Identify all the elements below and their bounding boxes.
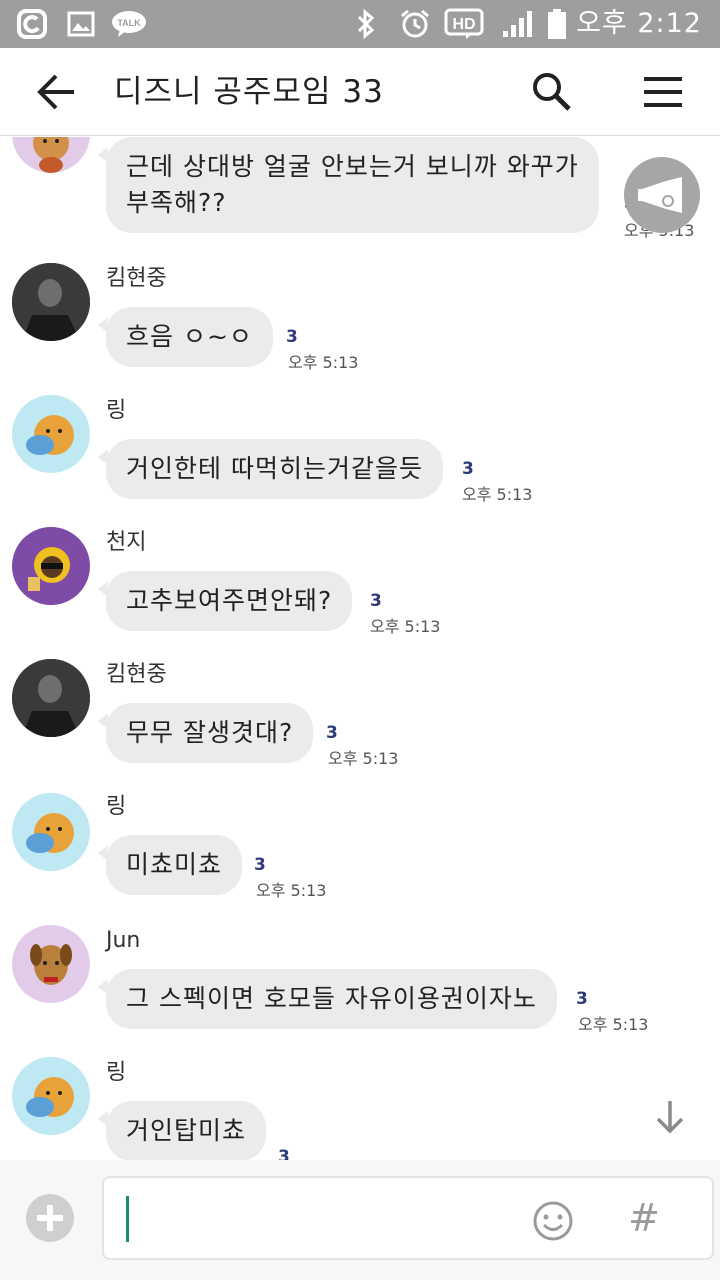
carrier-icon: [16, 8, 48, 40]
input-bar: #: [0, 1160, 720, 1280]
message-bubble[interactable]: 그 스펙이면 호모들 자유이용권이자노: [98, 969, 557, 1029]
image-icon: [66, 8, 96, 40]
message-text: 무무 잘생겻대?: [126, 718, 294, 747]
search-icon[interactable]: [530, 70, 574, 114]
sender-name: 링: [106, 1060, 127, 1085]
ryan-pillow-icon: [26, 1077, 74, 1117]
message-bubble[interactable]: 무무 잘생겻대?: [97, 703, 314, 763]
avatar[interactable]: [12, 395, 90, 473]
unread-count: 3: [370, 591, 382, 611]
emoticon-icon[interactable]: [532, 1200, 574, 1242]
talk-label: TALK: [117, 18, 141, 28]
message-bubble[interactable]: 거인한테 따먹히는거같을듯: [98, 439, 443, 499]
avatar[interactable]: [12, 659, 90, 737]
message-text: 부족해??: [126, 188, 227, 217]
message-text: 미쵸미쵸: [126, 850, 223, 879]
avatar[interactable]: [12, 527, 90, 605]
sender-name: 킴현중: [106, 266, 167, 291]
message-text: 고추보여주면안돼?: [126, 586, 333, 615]
message-time: 오후 5:13: [462, 485, 533, 504]
unread-count: 3: [576, 989, 588, 1009]
avatar[interactable]: [12, 925, 90, 1003]
status-bar: TALK HD 오후 2:12: [0, 0, 720, 48]
ryan-icon: [33, 137, 69, 173]
message-text: 근데 상대방 얼굴 안보는거 보니까 와꾸가: [126, 152, 579, 181]
message-text: 거인탑미쵸: [126, 1116, 247, 1145]
hashtag-button[interactable]: #: [624, 1192, 664, 1244]
sender-name: 링: [106, 794, 127, 819]
avatar[interactable]: [12, 1057, 90, 1135]
photo-icon: [12, 263, 90, 341]
dog-icon: [30, 944, 72, 985]
message-time: 오후 5:13: [288, 353, 359, 372]
unread-count: 3: [254, 855, 266, 875]
ryan-pillow-icon: [26, 813, 74, 853]
message-time: 오후 5:13: [578, 1015, 649, 1034]
message-input[interactable]: #: [102, 1176, 714, 1260]
sender-name: 킴현중: [106, 662, 167, 687]
hd-label: HD: [452, 16, 475, 33]
photo-icon: [12, 659, 90, 737]
message-list[interactable]: 근데 상대방 얼굴 안보는거 보니까 와꾸가 부족해?? 3 오후 5:13 킴…: [0, 137, 720, 1160]
chat-title: 디즈니 공주모임 33: [114, 74, 384, 110]
message-bubble[interactable]: 근데 상대방 얼굴 안보는거 보니까 와꾸가 부족해??: [98, 137, 599, 233]
unread-count: 3: [286, 327, 298, 347]
hamburger-menu-icon[interactable]: [642, 74, 684, 110]
frodo-icon: [28, 547, 70, 591]
message-bubble[interactable]: 흐음 ㅇ~ㅇ: [98, 307, 273, 367]
message-bubble[interactable]: 거인탑미쵸: [97, 1101, 267, 1160]
bluetooth-icon: [354, 8, 378, 40]
sender-name: Jun: [106, 928, 141, 953]
megaphone-icon[interactable]: [624, 157, 700, 233]
message-time: 오후 5:13: [328, 749, 399, 768]
avatar[interactable]: [12, 263, 90, 341]
ryan-pillow-icon: [26, 415, 74, 455]
arrow-down-icon[interactable]: [652, 1097, 688, 1137]
avatar[interactable]: [12, 793, 90, 871]
message-bubble[interactable]: 미쵸미쵸: [97, 835, 243, 895]
unread-count: 3: [278, 1147, 290, 1160]
unread-count: 3: [326, 723, 338, 743]
text-cursor: [126, 1196, 129, 1242]
battery-icon: [546, 8, 568, 40]
message-text: 그 스펙이면 호모들 자유이용권이자노: [126, 984, 537, 1013]
alarm-icon: [398, 8, 432, 40]
message-text: 흐음 ㅇ~ㅇ: [126, 322, 253, 351]
signal-icon: [500, 8, 536, 40]
message-time: 오후 5:13: [256, 881, 327, 900]
unread-count: 3: [462, 459, 474, 479]
chat-header: 디즈니 공주모임 33: [0, 48, 720, 136]
sender-name: 링: [106, 398, 127, 423]
message-text: 거인한테 따먹히는거같을듯: [126, 454, 423, 483]
plus-icon[interactable]: [26, 1194, 74, 1242]
message-bubble[interactable]: 고추보여주면안돼?: [97, 571, 353, 631]
sender-name: 천지: [106, 530, 147, 555]
clock: 오후 2:12: [576, 8, 702, 39]
hd-icon: HD: [444, 8, 484, 40]
message-time: 오후 5:13: [370, 617, 441, 636]
talk-icon: TALK: [110, 8, 148, 40]
avatar[interactable]: [12, 137, 90, 173]
arrow-left-icon[interactable]: [34, 72, 78, 112]
